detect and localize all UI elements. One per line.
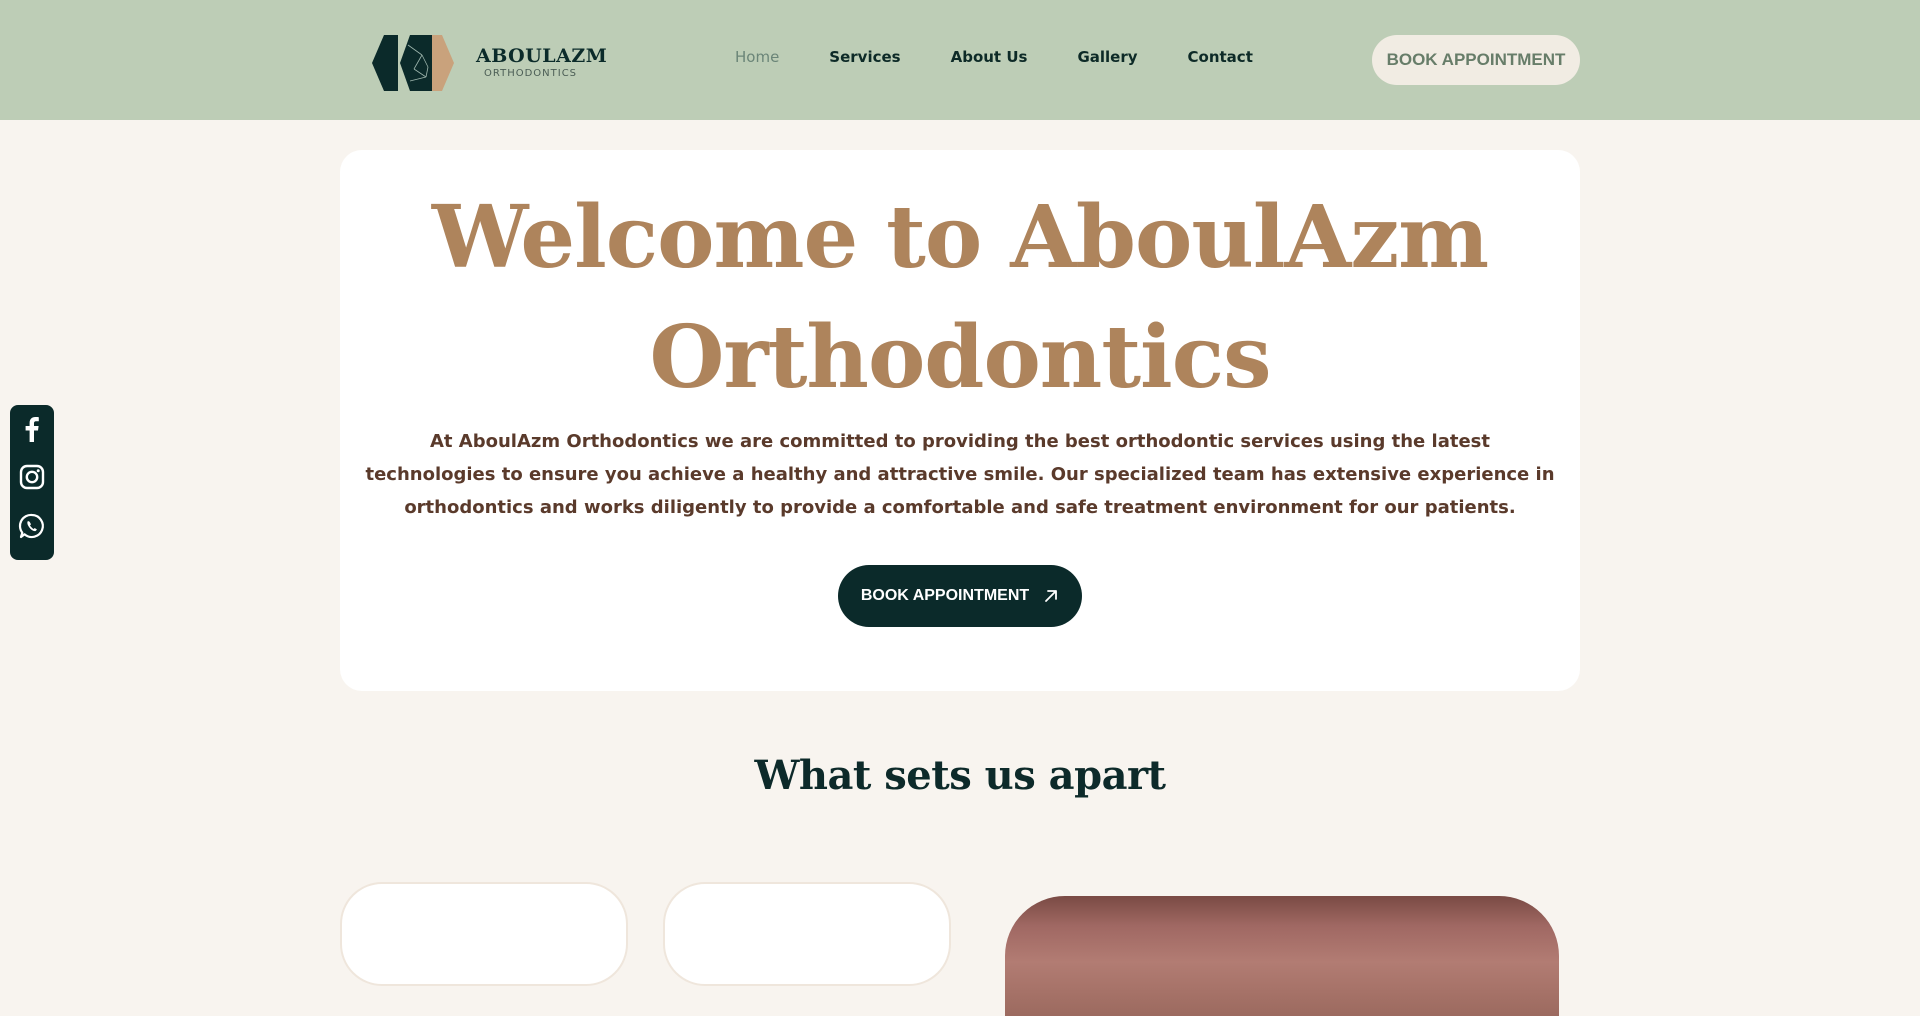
hero-cta-label: BOOK APPOINTMENT xyxy=(860,587,1030,604)
feature-card xyxy=(663,882,951,986)
hero-book-appointment-button[interactable]: BOOK APPOINTMENT xyxy=(838,565,1082,627)
nav-item-home[interactable]: Home xyxy=(735,48,779,66)
hero-title: Welcome to AboulAzm Orthodontics xyxy=(431,187,1489,408)
logo-mark-icon xyxy=(372,35,454,91)
facebook-icon[interactable] xyxy=(18,415,46,443)
feature-card xyxy=(340,882,628,986)
section-title: What sets us apart xyxy=(754,752,1166,799)
nav-item-gallery[interactable]: Gallery xyxy=(1077,48,1137,66)
brand-name: ABOULAZM xyxy=(476,45,608,67)
header-book-appointment-button[interactable]: BOOK APPOINTMENT xyxy=(1372,35,1580,85)
social-sidebar xyxy=(10,405,54,560)
main-nav: Home Services About Us Gallery Contact xyxy=(735,48,1303,66)
hero-card: Welcome to AboulAzm Orthodontics At Abou… xyxy=(340,150,1580,691)
nav-item-services[interactable]: Services xyxy=(829,48,900,66)
hero-description: At AboulAzm Orthodontics we are committe… xyxy=(365,431,1555,518)
brand-tagline: ORTHODONTICS xyxy=(484,68,578,79)
nav-item-contact[interactable]: Contact xyxy=(1188,48,1253,66)
nav-item-about-us[interactable]: About Us xyxy=(951,48,1028,66)
site-header: ABOULAZM ORTHODONTICS Home Services Abou… xyxy=(0,0,1920,120)
arrow-up-right-icon xyxy=(1045,590,1058,602)
whatsapp-icon[interactable] xyxy=(18,512,46,540)
brand-logo[interactable]: ABOULAZM ORTHODONTICS xyxy=(370,33,607,93)
smile-photo xyxy=(1005,896,1559,1016)
instagram-icon[interactable] xyxy=(18,463,46,491)
